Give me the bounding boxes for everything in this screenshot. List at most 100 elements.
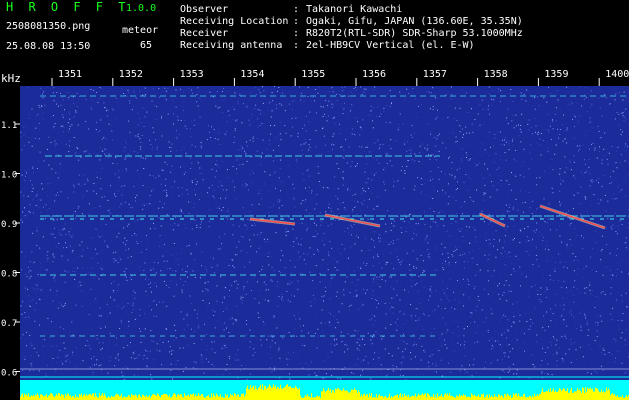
noise-dot — [152, 340, 154, 342]
noise-dot — [96, 335, 98, 336]
noise-dot — [387, 374, 389, 376]
noise-dot — [479, 124, 481, 126]
noise-dot — [245, 332, 247, 334]
noise-dot — [507, 344, 509, 346]
noise-dot — [364, 238, 366, 240]
noise-dot — [598, 97, 600, 99]
noise-dot — [414, 228, 416, 230]
noise-dot — [505, 120, 507, 122]
noise-dot — [319, 273, 321, 275]
noise-dot — [386, 163, 388, 164]
noise-dot — [380, 364, 382, 366]
noise-dot — [88, 213, 90, 215]
noise-dot — [429, 253, 431, 254]
noise-dot — [82, 347, 84, 349]
noise-dot — [546, 311, 548, 313]
level-column — [534, 393, 535, 400]
level-column — [364, 393, 365, 400]
noise-dot — [421, 131, 423, 133]
noise-dot — [625, 143, 626, 145]
noise-dot — [433, 144, 435, 146]
noise-dot — [555, 119, 557, 121]
noise-dot — [191, 144, 193, 146]
noise-dot — [100, 147, 102, 149]
noise-dot — [555, 153, 557, 155]
noise-dot — [267, 212, 269, 214]
noise-dot — [466, 132, 468, 134]
noise-dot — [321, 128, 323, 130]
noise-dot — [451, 174, 453, 176]
noise-dot — [575, 288, 577, 290]
noise-dot — [565, 167, 567, 169]
noise-dot — [59, 229, 60, 231]
noise-dot — [390, 241, 392, 243]
noise-dot — [196, 243, 198, 245]
level-column — [495, 396, 496, 400]
noise-dot — [373, 246, 375, 248]
level-column — [474, 394, 475, 400]
noise-dot — [259, 189, 261, 191]
noise-dot — [415, 320, 417, 322]
noise-dot — [193, 361, 195, 363]
noise-dot — [40, 289, 42, 291]
noise-dot — [576, 305, 578, 307]
noise-dot — [572, 198, 574, 200]
noise-dot — [386, 261, 387, 263]
noise-dot — [240, 145, 242, 147]
noise-dot — [123, 379, 125, 380]
noise-dot — [524, 191, 526, 192]
noise-dot — [68, 231, 70, 233]
noise-dot — [175, 150, 177, 151]
noise-dot — [564, 171, 566, 173]
noise-dot — [207, 125, 209, 127]
noise-dot — [614, 361, 616, 363]
noise-dot — [451, 94, 453, 95]
noise-dot — [279, 168, 281, 170]
noise-dot — [321, 309, 323, 311]
noise-dot — [139, 315, 141, 316]
noise-dot — [610, 293, 612, 295]
noise-dot — [546, 287, 548, 289]
noise-dot — [414, 344, 415, 345]
noise-dot — [602, 291, 604, 293]
noise-dot — [98, 365, 100, 367]
noise-dot — [307, 228, 309, 229]
noise-dot — [559, 235, 561, 237]
noise-dot — [149, 139, 151, 141]
level-column — [519, 396, 520, 400]
level-column — [235, 393, 236, 400]
noise-dot — [470, 178, 472, 180]
noise-dot — [255, 94, 257, 96]
noise-dot — [113, 119, 115, 121]
noise-dot — [138, 354, 140, 356]
noise-dot — [476, 351, 478, 353]
noise-dot — [98, 342, 100, 344]
noise-dot — [568, 348, 570, 350]
level-column — [411, 396, 412, 400]
noise-dot — [381, 278, 383, 280]
noise-dot — [409, 269, 411, 271]
noise-dot — [190, 136, 192, 138]
noise-dot — [453, 320, 455, 321]
noise-dot — [457, 326, 459, 328]
level-column — [586, 391, 587, 400]
noise-dot — [240, 370, 242, 371]
noise-dot — [175, 364, 177, 365]
noise-dot — [280, 159, 282, 161]
level-column — [579, 389, 580, 400]
noise-dot — [598, 203, 600, 205]
level-column — [536, 395, 537, 400]
noise-dot — [251, 116, 253, 118]
noise-dot — [146, 249, 147, 250]
noise-dot — [448, 256, 450, 258]
noise-dot — [232, 119, 234, 121]
noise-dot — [278, 344, 280, 346]
noise-dot — [24, 356, 26, 358]
noise-dot — [493, 162, 495, 164]
noise-dot — [524, 350, 525, 352]
noise-dot — [337, 198, 339, 200]
noise-dot — [114, 298, 116, 300]
level-column — [60, 396, 61, 400]
noise-dot — [285, 132, 287, 134]
noise-dot — [372, 127, 374, 129]
